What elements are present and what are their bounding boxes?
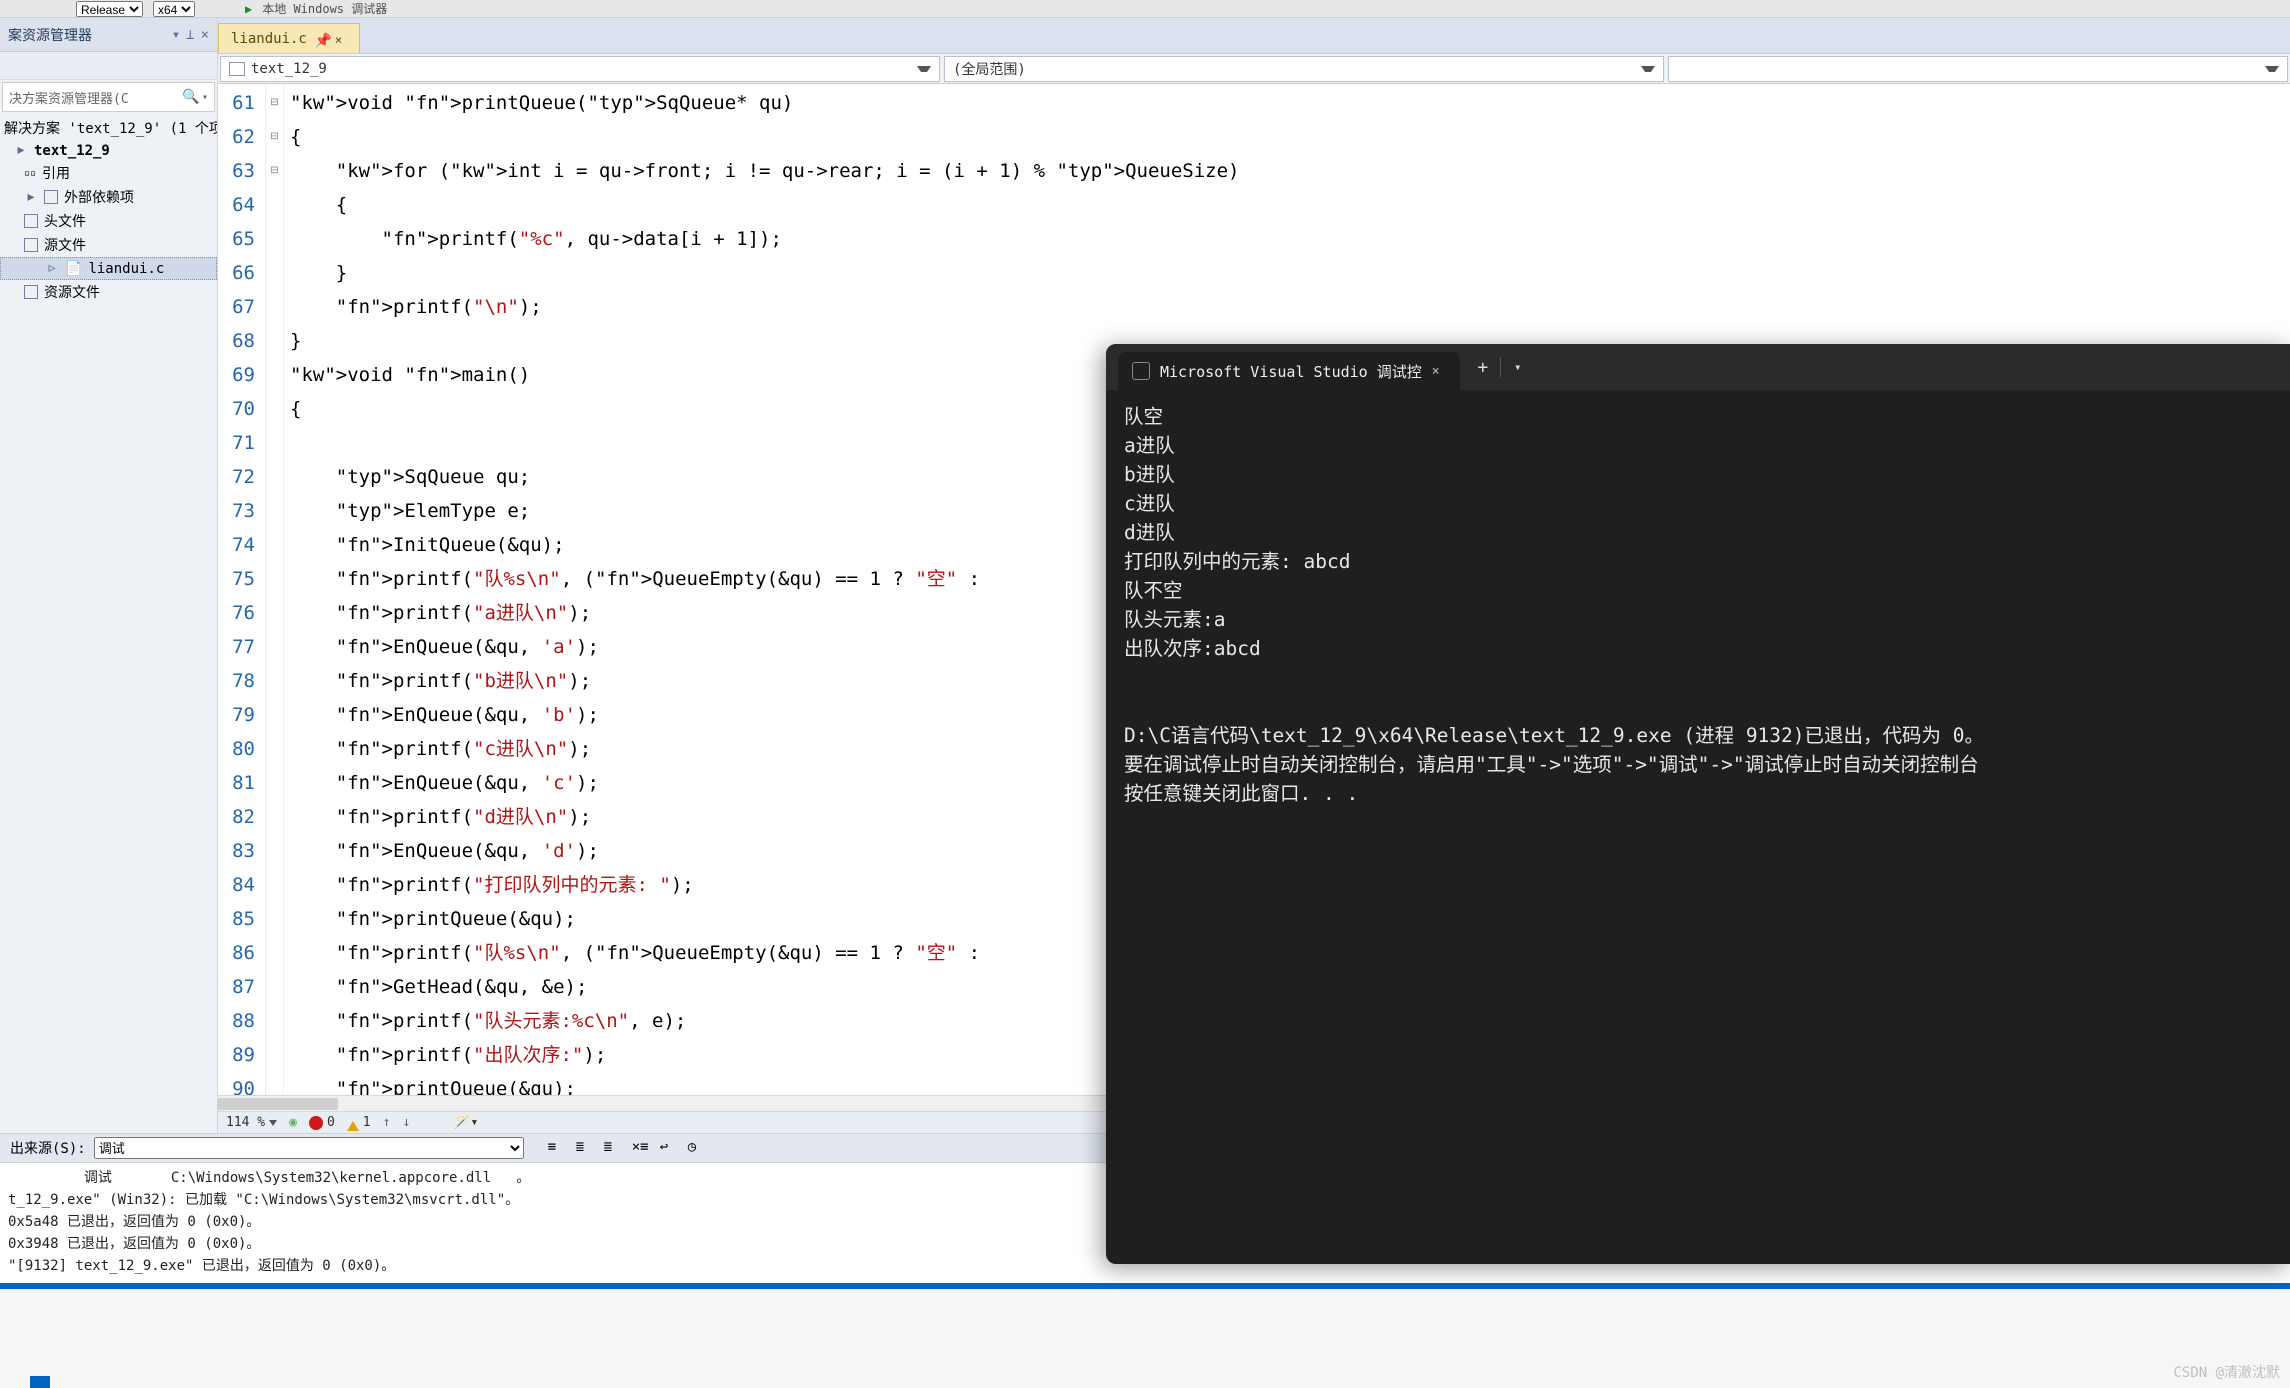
panel-title: 案资源管理器 [8,25,166,45]
out-clear-icon[interactable]: ⨯≡ [632,1139,652,1157]
solution-explorer: 案资源管理器 ▾ ⟂ × 决方案资源管理器(C 🔍 ▾ 解决方案 'text_1… [0,18,218,1133]
new-tab-button[interactable]: + [1466,350,1500,384]
editor-tabbar: liandui.c 📌 × [218,18,2290,54]
info-icon[interactable]: ◉ [289,1115,297,1130]
fold-column[interactable]: ⊟ ⊟ ⊟ [266,84,284,1095]
tab-liandui[interactable]: liandui.c 📌 × [218,23,360,53]
toolbar-icon[interactable] [44,2,66,16]
tree-sources[interactable]: 源文件 [0,233,217,257]
solution-search[interactable]: 决方案资源管理器(C 🔍 ▾ [2,82,215,112]
sync-icon[interactable] [34,58,52,74]
output-source-label: 出来源(S): [10,1138,86,1158]
top-toolbar: Release x64 ▶ 本地 Windows 调试器 [0,0,2290,18]
solution-node[interactable]: 解决方案 'text_12_9' (1 个项 [0,116,217,140]
debug-target[interactable]: 本地 Windows 调试器 [262,0,387,17]
options-icon[interactable]: ▾ [172,27,180,43]
output-source-select[interactable]: 调试 [94,1137,524,1159]
pin-icon[interactable]: 📌 [315,33,327,45]
tab-menu-button[interactable]: ▾ [1501,350,1535,384]
props-icon[interactable] [86,58,104,74]
save-icon[interactable] [60,58,78,74]
close-icon[interactable]: × [1432,364,1446,378]
close-icon[interactable]: × [335,33,347,45]
warning-count[interactable]: 1 [347,1115,371,1131]
project-node[interactable]: ▸text_12_9 [0,140,217,161]
vs-status-bar [0,1283,2290,1289]
terminal-titlebar[interactable]: Microsoft Visual Studio 调试控 × + ▾ [1106,344,2290,390]
solution-tree: 解决方案 'text_12_9' (1 个项 ▸text_12_9 ▫▫引用 ▸… [0,114,217,1133]
tree-headers[interactable]: 头文件 [0,209,217,233]
out-icon[interactable]: ≣ [576,1139,596,1157]
pin-icon[interactable]: ⟂ [186,27,194,43]
vs-status-corner [30,1376,50,1388]
out-wrap-icon[interactable]: ↩ [660,1139,680,1157]
platform-dropdown[interactable]: x64 [153,1,195,17]
terminal-tab[interactable]: Microsoft Visual Studio 调试控 × [1118,352,1460,390]
out-icon[interactable]: ≡ [548,1139,568,1157]
project-crumb[interactable]: text_12_9 [220,56,940,82]
out-icon[interactable]: ≣ [604,1139,624,1157]
tab-label: liandui.c [231,31,307,47]
search-icon: 🔍 [182,89,198,105]
tree-refs[interactable]: ▫▫引用 [0,161,217,185]
watermark: CSDN @清澈沈默 [2173,1362,2280,1382]
member-crumb[interactable] [1668,56,2288,82]
search-placeholder: 决方案资源管理器(C [9,88,178,107]
terminal-icon [1132,362,1150,380]
config-dropdown[interactable]: Release [76,1,143,17]
terminal-output[interactable]: 队空 a进队 b进队 c进队 d进队 打印队列中的元素: abcd 队不空 队头… [1106,390,2290,820]
solution-toolbar [0,52,217,80]
terminal-tab-title: Microsoft Visual Studio 调试控 [1160,361,1422,382]
home-icon[interactable] [8,58,26,74]
scope-crumb[interactable]: (全局范围) [944,56,1664,82]
close-icon[interactable]: × [201,27,209,43]
line-gutter: 61 62 63 64 65 66 67 68 69 70 71 72 73 7… [218,84,266,1095]
tree-file-liandui[interactable]: ▹📄liandui.c [0,257,217,280]
out-clock-icon[interactable]: ◷ [688,1139,708,1157]
zoom-level[interactable]: 114 % [226,1115,277,1130]
toolbar-icon[interactable] [12,2,34,16]
show-icon[interactable] [112,58,130,74]
brush-icon[interactable]: 🪄▾ [454,1115,478,1130]
tree-resources[interactable]: 资源文件 [0,280,217,304]
nav-bar: text_12_9 (全局范围) [218,54,2290,84]
tree-external[interactable]: ▸外部依赖项 [0,185,217,209]
error-count[interactable]: 0 [309,1115,335,1130]
debug-console-window[interactable]: Microsoft Visual Studio 调试控 × + ▾ 队空 a进队… [1106,344,2290,1264]
